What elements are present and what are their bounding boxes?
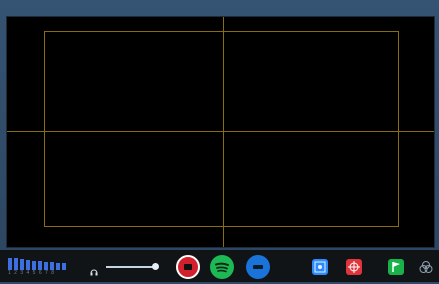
crosshair-icon	[348, 261, 360, 273]
volume-track	[106, 266, 156, 268]
minus-icon	[253, 265, 263, 269]
record-button[interactable]	[176, 255, 200, 279]
rings-icon	[419, 261, 433, 273]
audio-channel-bar	[26, 260, 30, 270]
bottom-toolbar: 1 2 3 4 5 6 7 8	[0, 250, 439, 282]
audio-channel-bar	[14, 258, 18, 270]
spotify-icon	[215, 262, 229, 273]
audio-channel-bar	[56, 263, 60, 270]
flag-button[interactable]	[388, 259, 404, 275]
stop-square-icon	[184, 264, 192, 270]
audio-level-meter: 1 2 3 4 5 6 7 8	[8, 258, 72, 276]
crosshair-button[interactable]	[346, 259, 362, 275]
headphone-icon[interactable]	[90, 263, 98, 276]
audio-channel-bar	[38, 261, 42, 270]
video-preview[interactable]	[6, 16, 435, 248]
center-guide-horizontal	[7, 131, 434, 132]
flag-icon	[392, 262, 400, 272]
audio-channel-bar	[50, 262, 54, 270]
monitor-screen	[0, 0, 439, 282]
minus-button[interactable]	[246, 255, 270, 279]
volume-slider[interactable]	[106, 263, 159, 270]
logo-icon	[418, 259, 434, 275]
spotify-button[interactable]	[210, 255, 234, 279]
audio-channel-bar	[8, 258, 12, 270]
audio-channel-bar	[44, 262, 48, 270]
volume-knob[interactable]	[152, 263, 159, 270]
audio-channel-bar	[32, 261, 36, 270]
audio-channel-bar	[62, 263, 66, 270]
audio-channel-bar	[20, 259, 24, 270]
center-guide-vertical	[223, 17, 224, 247]
safe-frame-guide	[44, 31, 399, 227]
focus-assist-button[interactable]	[312, 259, 328, 275]
focus-icon	[314, 261, 326, 273]
audio-meter-scale: 1 2 3 4 5 6 7 8	[8, 270, 55, 276]
